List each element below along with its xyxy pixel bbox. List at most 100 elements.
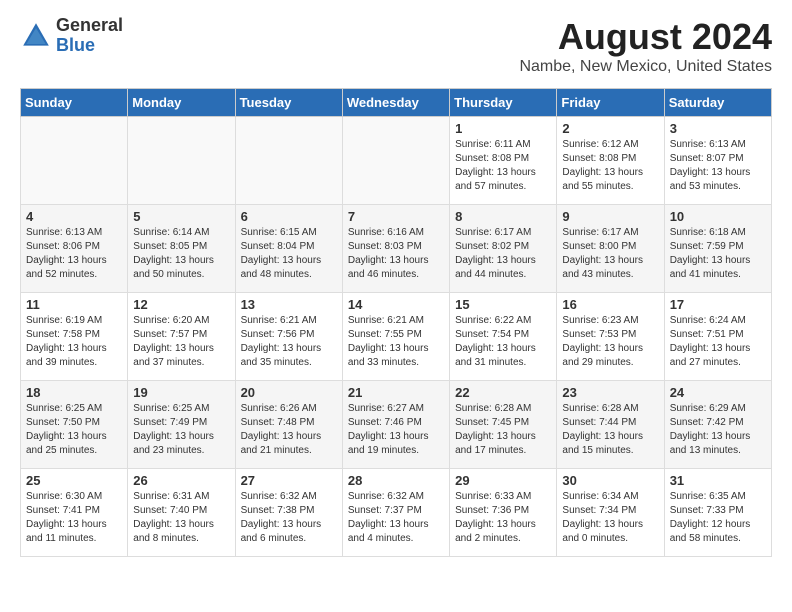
day-info: Sunrise: 6:32 AM Sunset: 7:37 PM Dayligh… bbox=[348, 490, 444, 546]
day-number: 14 bbox=[348, 297, 444, 312]
calendar-week-row: 18 Sunrise: 6:25 AM Sunset: 7:50 PM Dayli… bbox=[21, 381, 772, 469]
calendar-day-cell: 22Sunrise: 6:28 AM Sunset: 7:45 PM Dayli… bbox=[450, 381, 557, 469]
day-info: Sunrise: 6:13 AM Sunset: 8:06 PM Dayligh… bbox=[26, 226, 122, 282]
day-number: 21 bbox=[348, 385, 444, 400]
day-number: 9 bbox=[562, 209, 658, 224]
day-info: Sunrise: 6:33 AM Sunset: 7:36 PM Dayligh… bbox=[455, 490, 551, 546]
calendar-week-row: 11 Sunrise: 6:19 AM Sunset: 7:58 PM Dayli… bbox=[21, 293, 772, 381]
day-number: 18 bbox=[26, 385, 122, 400]
day-info: Sunrise: 6:31 AM Sunset: 7:40 PM Dayligh… bbox=[133, 490, 229, 546]
calendar-day-cell: 10 Sunrise: 6:18 AM Sunset: 7:59 PM Dayli… bbox=[664, 205, 771, 293]
day-info: Sunrise: 6:11 AM Sunset: 8:08 PM Dayligh… bbox=[455, 138, 551, 194]
calendar-week-row: 4 Sunrise: 6:13 AM Sunset: 8:06 PM Daylig… bbox=[21, 205, 772, 293]
calendar-day-cell: 9Sunrise: 6:17 AM Sunset: 8:00 PM Daylig… bbox=[557, 205, 664, 293]
calendar-day-cell: 27Sunrise: 6:32 AM Sunset: 7:38 PM Dayli… bbox=[235, 469, 342, 557]
day-info: Sunrise: 6:25 AM Sunset: 7:49 PM Dayligh… bbox=[133, 402, 229, 458]
day-number: 26 bbox=[133, 473, 229, 488]
title-block: August 2024 Nambe, New Mexico, United St… bbox=[519, 16, 772, 76]
day-info: Sunrise: 6:21 AM Sunset: 7:55 PM Dayligh… bbox=[348, 314, 444, 370]
calendar-day-cell: 5 Sunrise: 6:14 AM Sunset: 8:05 PM Daylig… bbox=[128, 205, 235, 293]
day-info: Sunrise: 6:13 AM Sunset: 8:07 PM Dayligh… bbox=[670, 138, 766, 194]
day-number: 25 bbox=[26, 473, 122, 488]
calendar-table: SundayMondayTuesdayWednesdayThursdayFrid… bbox=[20, 88, 772, 557]
day-number: 4 bbox=[26, 209, 122, 224]
weekday-header-monday: Monday bbox=[128, 89, 235, 117]
day-number: 30 bbox=[562, 473, 658, 488]
calendar-day-cell: 13Sunrise: 6:21 AM Sunset: 7:56 PM Dayli… bbox=[235, 293, 342, 381]
weekday-header-thursday: Thursday bbox=[450, 89, 557, 117]
day-info: Sunrise: 6:18 AM Sunset: 7:59 PM Dayligh… bbox=[670, 226, 766, 282]
day-info: Sunrise: 6:26 AM Sunset: 7:48 PM Dayligh… bbox=[241, 402, 337, 458]
logo-general-text: General bbox=[56, 15, 123, 35]
calendar-day-cell: 30 Sunrise: 6:34 AM Sunset: 7:34 PM Dayli… bbox=[557, 469, 664, 557]
day-number: 28 bbox=[348, 473, 444, 488]
day-info: Sunrise: 6:22 AM Sunset: 7:54 PM Dayligh… bbox=[455, 314, 551, 370]
day-number: 27 bbox=[241, 473, 337, 488]
day-number: 24 bbox=[670, 385, 766, 400]
calendar-day-cell: 19 Sunrise: 6:25 AM Sunset: 7:49 PM Dayli… bbox=[128, 381, 235, 469]
day-info: Sunrise: 6:25 AM Sunset: 7:50 PM Dayligh… bbox=[26, 402, 122, 458]
day-info: Sunrise: 6:24 AM Sunset: 7:51 PM Dayligh… bbox=[670, 314, 766, 370]
day-number: 20 bbox=[241, 385, 337, 400]
day-number: 17 bbox=[670, 297, 766, 312]
calendar-day-cell bbox=[128, 117, 235, 205]
calendar-day-cell: 31Sunrise: 6:35 AM Sunset: 7:33 PM Dayli… bbox=[664, 469, 771, 557]
page-title: August 2024 bbox=[519, 16, 772, 58]
weekday-header-wednesday: Wednesday bbox=[342, 89, 449, 117]
weekday-header-sunday: Sunday bbox=[21, 89, 128, 117]
calendar-day-cell: 21 Sunrise: 6:27 AM Sunset: 7:46 PM Dayli… bbox=[342, 381, 449, 469]
page-header: General Blue August 2024 Nambe, New Mexi… bbox=[20, 16, 772, 76]
day-number: 2 bbox=[562, 121, 658, 136]
day-number: 10 bbox=[670, 209, 766, 224]
calendar-day-cell: 15Sunrise: 6:22 AM Sunset: 7:54 PM Dayli… bbox=[450, 293, 557, 381]
weekday-header-tuesday: Tuesday bbox=[235, 89, 342, 117]
day-number: 13 bbox=[241, 297, 337, 312]
day-number: 31 bbox=[670, 473, 766, 488]
calendar-day-cell: 4 Sunrise: 6:13 AM Sunset: 8:06 PM Daylig… bbox=[21, 205, 128, 293]
calendar-day-cell: 18 Sunrise: 6:25 AM Sunset: 7:50 PM Dayli… bbox=[21, 381, 128, 469]
calendar-day-cell: 11 Sunrise: 6:19 AM Sunset: 7:58 PM Dayli… bbox=[21, 293, 128, 381]
calendar-day-cell: 1 Sunrise: 6:11 AM Sunset: 8:08 PM Daylig… bbox=[450, 117, 557, 205]
day-number: 3 bbox=[670, 121, 766, 136]
day-info: Sunrise: 6:34 AM Sunset: 7:34 PM Dayligh… bbox=[562, 490, 658, 546]
calendar-day-cell: 3 Sunrise: 6:13 AM Sunset: 8:07 PM Daylig… bbox=[664, 117, 771, 205]
day-info: Sunrise: 6:28 AM Sunset: 7:45 PM Dayligh… bbox=[455, 402, 551, 458]
calendar-day-cell: 7Sunrise: 6:16 AM Sunset: 8:03 PM Daylig… bbox=[342, 205, 449, 293]
calendar-day-cell: 8Sunrise: 6:17 AM Sunset: 8:02 PM Daylig… bbox=[450, 205, 557, 293]
day-number: 19 bbox=[133, 385, 229, 400]
calendar-day-cell: 14 Sunrise: 6:21 AM Sunset: 7:55 PM Dayli… bbox=[342, 293, 449, 381]
weekday-header-friday: Friday bbox=[557, 89, 664, 117]
calendar-day-cell: 12 Sunrise: 6:20 AM Sunset: 7:57 PM Dayli… bbox=[128, 293, 235, 381]
day-info: Sunrise: 6:15 AM Sunset: 8:04 PM Dayligh… bbox=[241, 226, 337, 282]
day-number: 29 bbox=[455, 473, 551, 488]
day-info: Sunrise: 6:17 AM Sunset: 8:02 PM Dayligh… bbox=[455, 226, 551, 282]
weekday-header-saturday: Saturday bbox=[664, 89, 771, 117]
day-info: Sunrise: 6:27 AM Sunset: 7:46 PM Dayligh… bbox=[348, 402, 444, 458]
calendar-day-cell: 26 Sunrise: 6:31 AM Sunset: 7:40 PM Dayli… bbox=[128, 469, 235, 557]
calendar-day-cell: 25Sunrise: 6:30 AM Sunset: 7:41 PM Dayli… bbox=[21, 469, 128, 557]
day-number: 5 bbox=[133, 209, 229, 224]
day-info: Sunrise: 6:29 AM Sunset: 7:42 PM Dayligh… bbox=[670, 402, 766, 458]
day-info: Sunrise: 6:28 AM Sunset: 7:44 PM Dayligh… bbox=[562, 402, 658, 458]
day-number: 12 bbox=[133, 297, 229, 312]
day-number: 6 bbox=[241, 209, 337, 224]
day-info: Sunrise: 6:19 AM Sunset: 7:58 PM Dayligh… bbox=[26, 314, 122, 370]
day-info: Sunrise: 6:23 AM Sunset: 7:53 PM Dayligh… bbox=[562, 314, 658, 370]
day-info: Sunrise: 6:12 AM Sunset: 8:08 PM Dayligh… bbox=[562, 138, 658, 194]
calendar-day-cell: 2 Sunrise: 6:12 AM Sunset: 8:08 PM Daylig… bbox=[557, 117, 664, 205]
day-info: Sunrise: 6:16 AM Sunset: 8:03 PM Dayligh… bbox=[348, 226, 444, 282]
logo-blue-text: Blue bbox=[56, 35, 95, 55]
day-info: Sunrise: 6:20 AM Sunset: 7:57 PM Dayligh… bbox=[133, 314, 229, 370]
day-number: 16 bbox=[562, 297, 658, 312]
day-number: 23 bbox=[562, 385, 658, 400]
calendar-day-cell: 17 Sunrise: 6:24 AM Sunset: 7:51 PM Dayli… bbox=[664, 293, 771, 381]
calendar-day-cell: 24 Sunrise: 6:29 AM Sunset: 7:42 PM Dayli… bbox=[664, 381, 771, 469]
calendar-day-cell: 16 Sunrise: 6:23 AM Sunset: 7:53 PM Dayli… bbox=[557, 293, 664, 381]
page-subtitle: Nambe, New Mexico, United States bbox=[519, 58, 772, 76]
calendar-day-cell bbox=[342, 117, 449, 205]
logo: General Blue bbox=[20, 16, 123, 56]
day-number: 1 bbox=[455, 121, 551, 136]
calendar-day-cell: 28 Sunrise: 6:32 AM Sunset: 7:37 PM Dayli… bbox=[342, 469, 449, 557]
day-number: 11 bbox=[26, 297, 122, 312]
day-info: Sunrise: 6:14 AM Sunset: 8:05 PM Dayligh… bbox=[133, 226, 229, 282]
